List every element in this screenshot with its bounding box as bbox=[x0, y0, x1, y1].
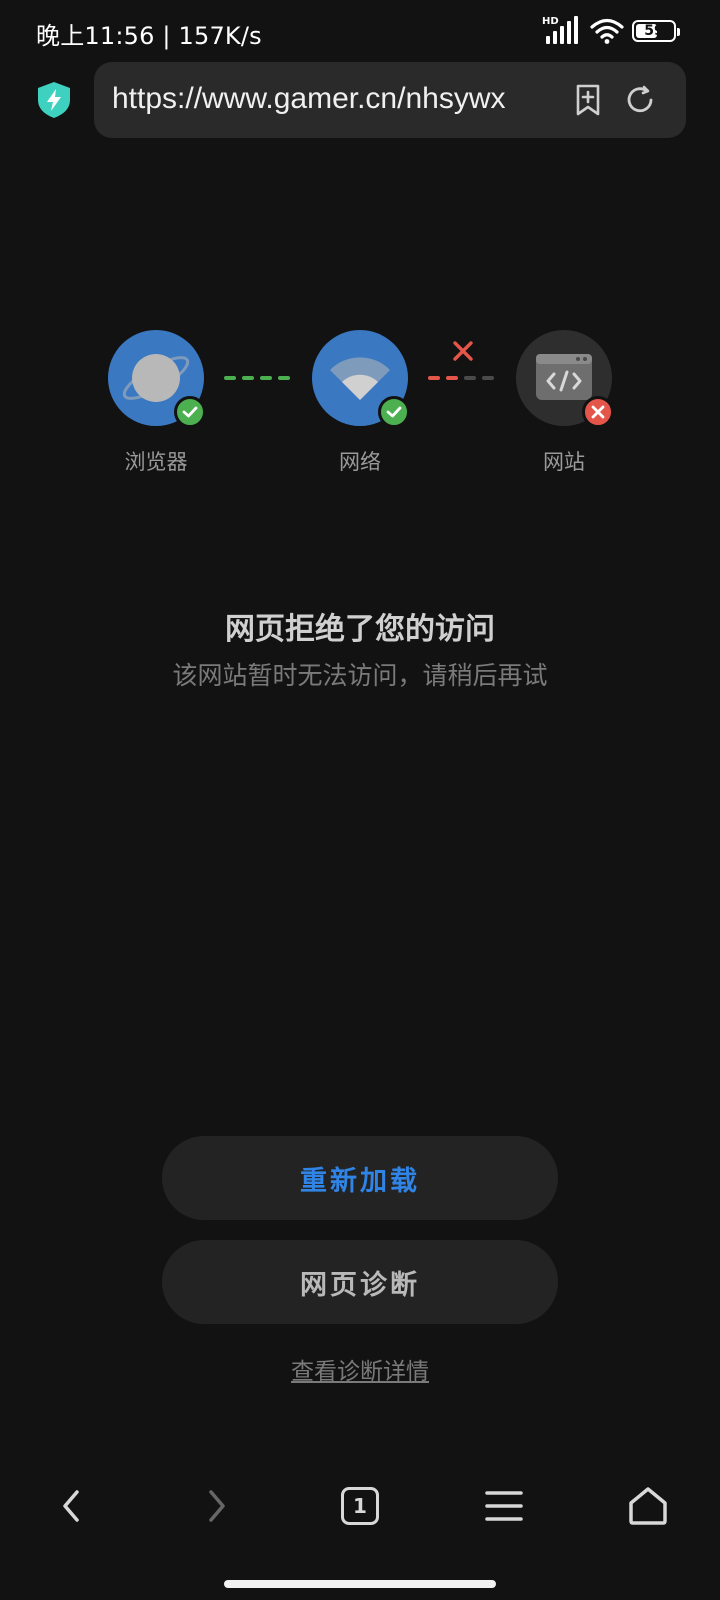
diagnose-button[interactable]: 网页诊断 bbox=[162, 1240, 558, 1324]
battery-icon: 59 bbox=[632, 20, 680, 42]
battery-level: 59 bbox=[644, 23, 664, 39]
browser-error-page: 晚上11:56 | 157K/s HD 59 https://www.gamer… bbox=[0, 0, 720, 1600]
status-bar: 晚上11:56 | 157K/s HD 59 bbox=[0, 0, 720, 62]
connection-diagram: 浏览器 网络 网站 bbox=[0, 330, 720, 480]
menu-button[interactable] bbox=[464, 1466, 544, 1546]
check-icon bbox=[386, 406, 402, 418]
status-time-speed: 晚上11:56 | 157K/s bbox=[36, 22, 262, 50]
security-shield-icon[interactable] bbox=[34, 80, 74, 120]
tabs-button[interactable]: 1 bbox=[320, 1466, 400, 1546]
status-icons: HD 59 bbox=[542, 14, 680, 48]
add-bookmark-icon[interactable] bbox=[570, 82, 606, 118]
reload-button[interactable]: 重新加载 bbox=[162, 1136, 558, 1220]
url-field[interactable]: https://www.gamer.cn/nhsywx bbox=[94, 62, 686, 138]
error-subtitle: 该网站暂时无法访问，请稍后再试 bbox=[172, 661, 548, 690]
error-title: 网页拒绝了您的访问 bbox=[225, 612, 495, 647]
wifi-icon bbox=[590, 18, 624, 44]
url-text[interactable]: https://www.gamer.cn/nhsywx bbox=[112, 82, 552, 116]
browser-label: 浏览器 bbox=[124, 450, 188, 474]
menu-icon bbox=[485, 1491, 523, 1521]
network-ok-badge bbox=[378, 396, 410, 428]
home-button[interactable] bbox=[608, 1466, 688, 1546]
website-node bbox=[516, 330, 614, 428]
website-label: 网站 bbox=[543, 450, 585, 474]
tab-count: 1 bbox=[341, 1487, 379, 1525]
check-icon bbox=[182, 406, 198, 418]
forward-button[interactable] bbox=[176, 1466, 256, 1546]
network-node bbox=[312, 330, 410, 428]
home-icon bbox=[629, 1487, 667, 1525]
hd-label: HD bbox=[542, 16, 559, 27]
signal-icon: HD bbox=[542, 16, 582, 46]
close-icon bbox=[591, 405, 605, 419]
chevron-left-icon bbox=[63, 1490, 79, 1522]
website-error-badge bbox=[582, 396, 614, 428]
chevron-right-icon bbox=[209, 1490, 225, 1522]
home-indicator[interactable] bbox=[224, 1580, 496, 1588]
browser-node bbox=[108, 330, 206, 428]
browser-ok-badge bbox=[174, 396, 206, 428]
diagnosis-details-link[interactable]: 查看诊断详情 bbox=[0, 1352, 720, 1386]
connection-failed-icon bbox=[453, 341, 473, 361]
back-button[interactable] bbox=[32, 1466, 112, 1546]
network-label: 网络 bbox=[339, 450, 381, 474]
bottom-navigation: 1 bbox=[0, 1466, 720, 1546]
address-bar: https://www.gamer.cn/nhsywx bbox=[0, 60, 720, 140]
refresh-icon[interactable] bbox=[622, 82, 658, 118]
